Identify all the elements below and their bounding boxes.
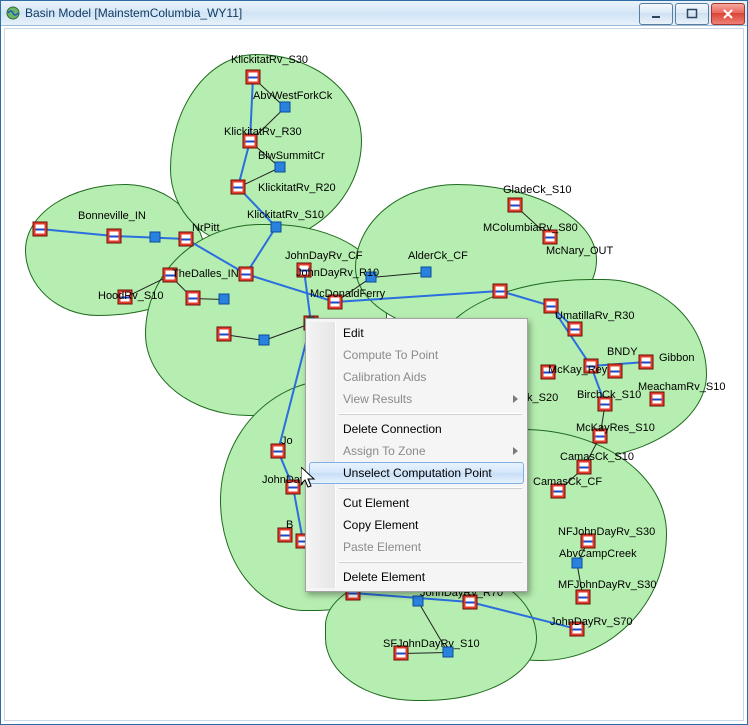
menu-item-label: View Results [343, 392, 412, 406]
junction-element-icon[interactable] [421, 267, 432, 278]
gauge-element-icon[interactable] [278, 528, 293, 543]
gauge-element-icon[interactable] [508, 198, 523, 213]
menu-separator [339, 413, 522, 415]
minimize-button[interactable] [639, 3, 673, 25]
junction-element-icon[interactable] [572, 558, 583, 569]
junction-element-icon[interactable] [413, 596, 424, 607]
map-client-area: KlickitatRv_S30AbvWestForkCkKlickitatRv_… [4, 28, 744, 721]
gauge-element-icon[interactable] [608, 364, 623, 379]
gauge-element-icon[interactable] [639, 355, 654, 370]
gauge-element-icon[interactable] [570, 622, 585, 637]
gauge-element-icon[interactable] [271, 444, 286, 459]
junction-element-icon[interactable] [366, 272, 377, 283]
menu-item-label: Calibration Aids [343, 370, 426, 384]
junction-element-icon[interactable] [259, 335, 270, 346]
menu-item[interactable]: Edit [309, 322, 524, 344]
gauge-element-icon[interactable] [584, 359, 599, 374]
junction-element-icon[interactable] [275, 162, 286, 173]
junction-element-icon[interactable] [443, 647, 454, 658]
menu-item-label: Edit [343, 326, 364, 340]
close-button[interactable] [711, 3, 745, 25]
gauge-element-icon[interactable] [179, 232, 194, 247]
gauge-element-icon[interactable] [463, 595, 478, 610]
menu-separator [339, 561, 522, 563]
gauge-element-icon[interactable] [163, 268, 178, 283]
window-title: Basin Model [MainstemColumbia_WY11] [25, 1, 639, 25]
gauge-element-icon[interactable] [577, 460, 592, 475]
menu-item[interactable]: Unselect Computation Point [309, 462, 524, 484]
app-window: Basin Model [MainstemColumbia_WY11] Klic… [0, 0, 748, 725]
menu-item: Compute To Point [309, 344, 524, 366]
gauge-element-icon[interactable] [650, 392, 665, 407]
menu-item: Calibration Aids [309, 366, 524, 388]
gauge-element-icon[interactable] [541, 365, 556, 380]
menu-item[interactable]: Copy Element [309, 514, 524, 536]
gauge-element-icon[interactable] [593, 429, 608, 444]
gauge-element-icon[interactable] [33, 222, 48, 237]
gauge-element-icon[interactable] [246, 70, 261, 85]
menu-item-label: Delete Element [343, 570, 425, 584]
window-buttons [639, 1, 747, 25]
menu-item-label: Delete Connection [343, 422, 442, 436]
gauge-element-icon[interactable] [576, 590, 591, 605]
menu-item-label: Unselect Computation Point [343, 466, 492, 480]
menu-item: Paste Element [309, 536, 524, 558]
gauge-element-icon[interactable] [231, 180, 246, 195]
menu-item: Assign To Zone [309, 440, 524, 462]
gauge-element-icon[interactable] [286, 480, 301, 495]
menu-item[interactable]: Delete Connection [309, 418, 524, 440]
maximize-button[interactable] [675, 3, 709, 25]
titlebar[interactable]: Basin Model [MainstemColumbia_WY11] [1, 1, 747, 26]
gauge-element-icon[interactable] [243, 134, 258, 149]
junction-element-icon[interactable] [280, 102, 291, 113]
menu-item-label: Cut Element [343, 496, 409, 510]
menu-item[interactable]: Delete Element [309, 566, 524, 588]
gauge-element-icon[interactable] [568, 322, 583, 337]
submenu-arrow-icon [513, 395, 518, 403]
gauge-element-icon[interactable] [107, 229, 122, 244]
gauge-element-icon[interactable] [297, 263, 312, 278]
menu-item-label: Compute To Point [343, 348, 438, 362]
menu-item: View Results [309, 388, 524, 410]
gauge-element-icon[interactable] [328, 295, 343, 310]
gauge-element-icon[interactable] [544, 299, 559, 314]
submenu-arrow-icon [513, 447, 518, 455]
context-menu: Edit Compute To Point Calibration Aids View… [305, 318, 528, 592]
gauge-element-icon[interactable] [394, 646, 409, 661]
gauge-element-icon[interactable] [543, 230, 558, 245]
gauge-element-icon[interactable] [217, 327, 232, 342]
gauge-element-icon[interactable] [239, 267, 254, 282]
gauge-element-icon[interactable] [493, 284, 508, 299]
app-icon [5, 5, 21, 21]
junction-element-icon[interactable] [219, 294, 230, 305]
gauge-element-icon[interactable] [118, 290, 133, 305]
menu-item-label: Paste Element [343, 540, 421, 554]
gauge-element-icon[interactable] [598, 397, 613, 412]
menu-item-label: Copy Element [343, 518, 418, 532]
menu-item-label: Assign To Zone [343, 444, 426, 458]
menu-item[interactable]: Cut Element [309, 492, 524, 514]
menu-separator [339, 487, 522, 489]
junction-element-icon[interactable] [150, 232, 161, 243]
junction-element-icon[interactable] [271, 222, 282, 233]
gauge-element-icon[interactable] [581, 534, 596, 549]
gauge-element-icon[interactable] [551, 484, 566, 499]
gauge-element-icon[interactable] [186, 291, 201, 306]
